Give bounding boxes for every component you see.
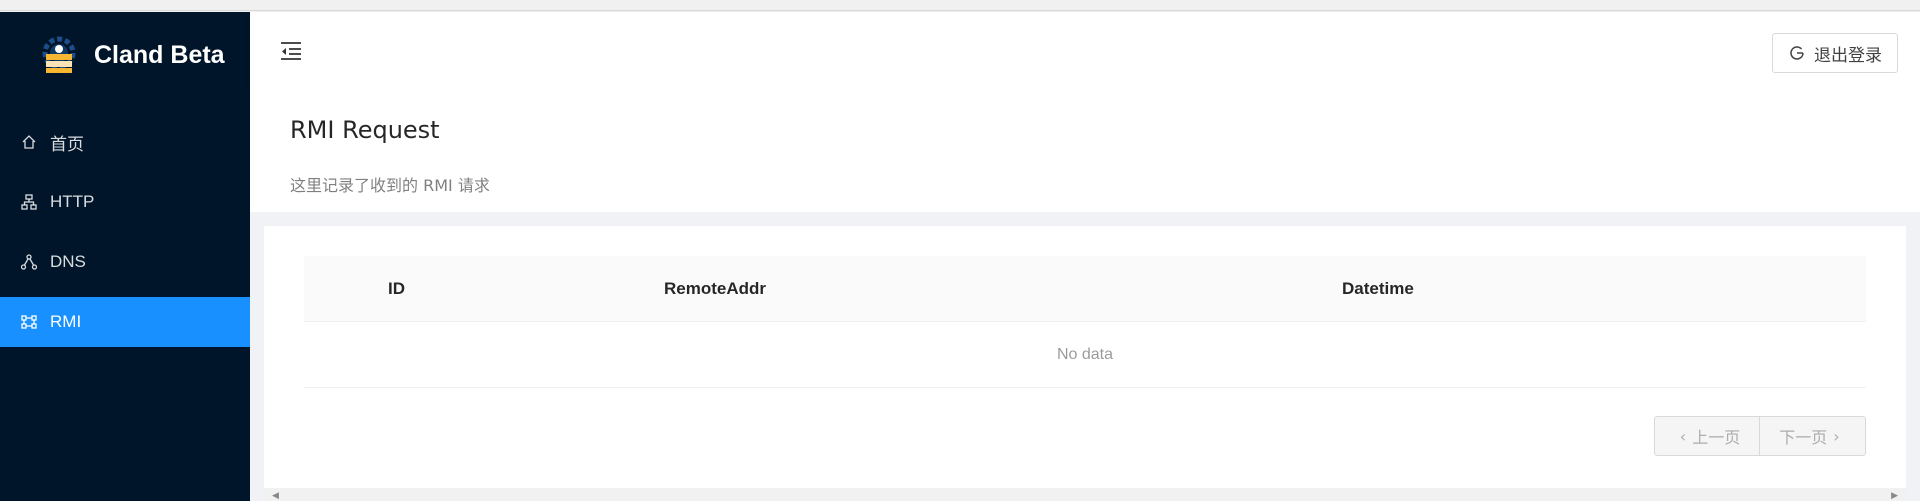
content-card: ID RemoteAddr Datetime No data ‹ 上一页 下一页… (264, 226, 1906, 488)
page-title: RMI Request (290, 116, 440, 144)
sidebar-menu: 首页 HTTP DNS RMI (0, 117, 250, 357)
sidebar-item-dns[interactable]: DNS (0, 237, 250, 287)
logo-gear-icon (42, 36, 76, 73)
sidebar-item-rmi[interactable]: RMI (0, 297, 250, 347)
logo[interactable]: Cland Beta (0, 12, 250, 98)
scroll-left-arrow-icon[interactable]: ◀ (272, 490, 279, 501)
menu-fold-icon[interactable] (278, 38, 304, 64)
chevron-left-icon: ‹ (1679, 426, 1687, 446)
next-page-label: 下一页 (1779, 428, 1828, 447)
page-subtitle: 这里记录了收到的 RMI 请求 (290, 176, 490, 195)
pagination: ‹ 上一页 下一页 › (1654, 416, 1866, 456)
sitemap-icon (20, 193, 38, 211)
column-header-id[interactable]: ID (388, 256, 405, 322)
sidebar-item-label: 首页 (50, 134, 84, 154)
sidebar-item-label: RMI (50, 312, 82, 331)
chevron-right-icon: › (1833, 426, 1840, 446)
top-header: 退出登录 (250, 12, 1920, 92)
logout-button[interactable]: 退出登录 (1772, 33, 1898, 73)
column-header-remoteaddr[interactable]: RemoteAddr (664, 256, 766, 322)
prev-page-button[interactable]: ‹ 上一页 (1654, 416, 1760, 456)
sidebar-item-label: DNS (50, 252, 86, 271)
home-icon (20, 133, 38, 151)
app-title: Cland Beta (94, 40, 225, 69)
next-page-button[interactable]: 下一页 › (1760, 416, 1866, 456)
prev-page-label: 上一页 (1692, 428, 1741, 447)
sidebar: Cland Beta 首页 HTTP DNS RMI (0, 12, 250, 501)
table-header: ID RemoteAddr Datetime (304, 256, 1866, 322)
sidebar-item-http[interactable]: HTTP (0, 177, 250, 227)
table-empty-state: No data (304, 322, 1866, 388)
network-icon (20, 253, 38, 271)
column-header-datetime[interactable]: Datetime (1342, 256, 1414, 322)
sidebar-item-label: HTTP (50, 192, 95, 211)
logout-icon (1790, 46, 1804, 60)
rmi-table: ID RemoteAddr Datetime No data (304, 256, 1866, 388)
sidebar-item-home[interactable]: 首页 (0, 117, 250, 167)
nodes-icon (20, 313, 38, 331)
scroll-right-arrow-icon[interactable]: ▶ (1891, 490, 1898, 501)
page-header: RMI Request 这里记录了收到的 RMI 请求 (250, 92, 1920, 212)
browser-top-strip (0, 0, 1920, 11)
horizontal-scrollbar[interactable]: ◀ ▶ (264, 488, 1906, 501)
logout-label: 退出登录 (1814, 45, 1882, 66)
